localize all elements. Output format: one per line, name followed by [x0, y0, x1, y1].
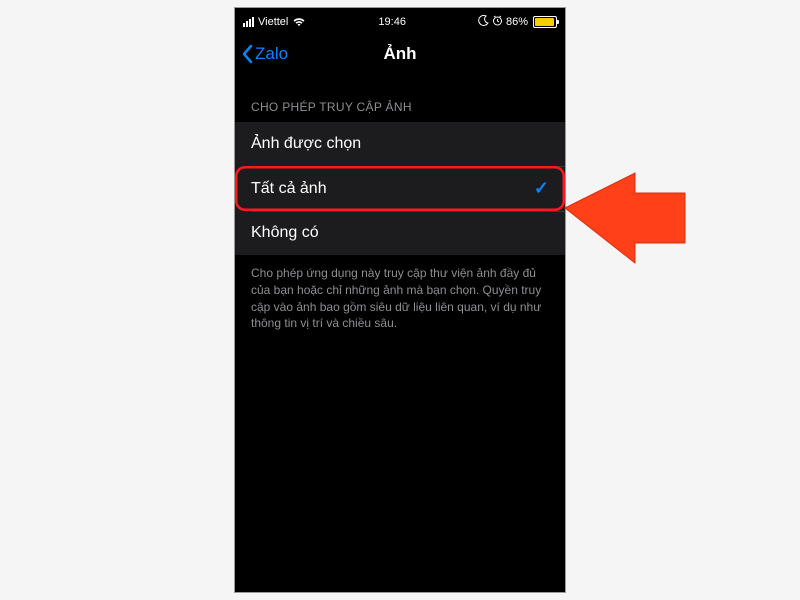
status-bar: Viettel 19:46 86% [235, 8, 565, 32]
option-selected-photos[interactable]: Ảnh được chọn [235, 122, 565, 166]
battery-icon [533, 16, 557, 28]
option-label: Tất cả ảnh [251, 180, 327, 198]
status-right: 86% [478, 15, 557, 29]
signal-icon [243, 17, 254, 27]
section-header: CHO PHÉP TRUY CẬP ẢNH [235, 76, 565, 122]
option-list: Ảnh được chọn Tất cả ảnh ✓ Không có [235, 122, 565, 255]
checkmark-icon: ✓ [534, 178, 549, 199]
option-all-photos[interactable]: Tất cả ảnh ✓ [235, 166, 565, 211]
status-time: 19:46 [378, 16, 406, 28]
nav-bar: Zalo Ảnh [235, 32, 565, 76]
phone-screen: Viettel 19:46 86% Zalo Ảnh CHO PHÉP TRUY… [234, 7, 566, 593]
moon-icon [478, 15, 489, 29]
option-label: Ảnh được chọn [251, 135, 361, 153]
arrow-annotation [560, 168, 690, 283]
option-none[interactable]: Không có [235, 211, 565, 255]
page-title: Ảnh [383, 44, 416, 64]
alarm-icon [492, 15, 503, 29]
wifi-icon [292, 17, 306, 27]
carrier-label: Viettel [258, 16, 288, 28]
back-label: Zalo [255, 44, 288, 64]
battery-percent: 86% [506, 16, 528, 28]
chevron-left-icon [241, 44, 253, 64]
back-button[interactable]: Zalo [235, 44, 288, 64]
status-left: Viettel [243, 16, 306, 28]
section-footer: Cho phép ứng dụng này truy cập thư viện … [235, 255, 565, 342]
option-label: Không có [251, 224, 319, 242]
